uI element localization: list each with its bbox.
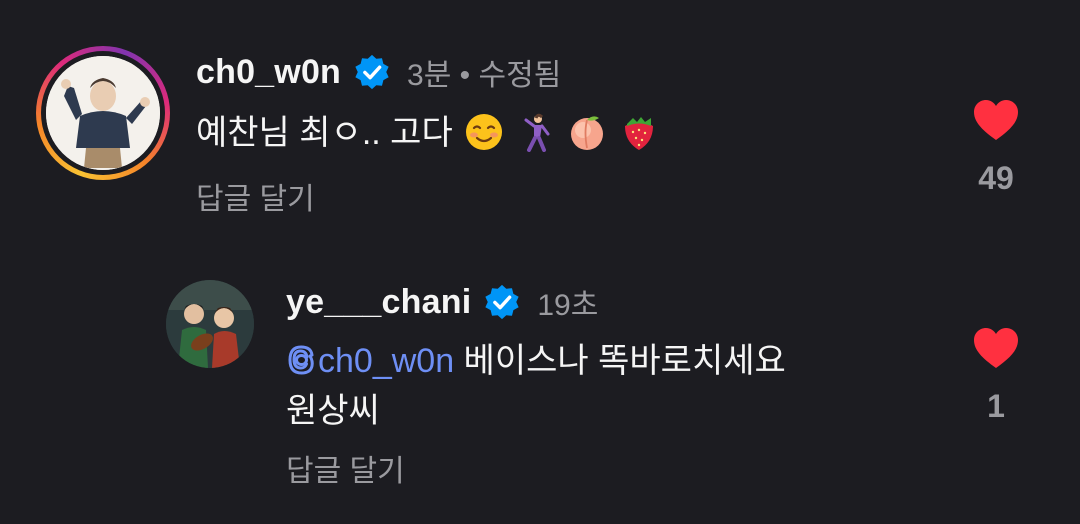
threads-at-icon xyxy=(286,340,316,375)
story-ring-avatar[interactable] xyxy=(36,46,170,180)
username[interactable]: ye___chani xyxy=(286,283,471,322)
comment-body: 베이스나 똑바로치세요 xyxy=(454,342,786,380)
like-count: 1 xyxy=(987,388,1005,424)
username[interactable]: ch0_w0n xyxy=(196,53,341,92)
mention-link[interactable]: ch0_w0n xyxy=(286,342,454,380)
comment-body-line2: 원상씨 xyxy=(286,392,380,430)
like-button[interactable]: 1 xyxy=(972,326,1020,425)
comment-header: ch0_w0n 3분 • 수정됨 xyxy=(196,50,561,94)
reply-button[interactable]: 답글 달기 xyxy=(286,446,405,490)
avatar[interactable] xyxy=(166,280,254,368)
like-count: 49 xyxy=(978,160,1014,196)
peach-icon xyxy=(567,112,607,152)
verified-badge-icon xyxy=(483,283,521,321)
comment-header: ye___chani 19초 xyxy=(286,280,598,324)
comment-thread: ch0_w0n 3분 • 수정됨 예찬님 최ㅇ.. 고다 답글 달기 49 ye… xyxy=(0,0,1080,524)
comment-text: 예찬님 최ㅇ.. 고다 xyxy=(196,108,659,158)
like-button[interactable]: 49 xyxy=(972,98,1020,197)
dancing-person-icon xyxy=(516,112,556,152)
heart-icon[interactable] xyxy=(972,326,1020,370)
reply-button[interactable]: 답글 달기 xyxy=(196,174,315,218)
verified-badge-icon xyxy=(353,53,391,91)
comment-text: ch0_w0n 베이스나 똑바로치세요 원상씨 xyxy=(286,336,786,436)
heart-icon[interactable] xyxy=(972,98,1020,142)
relieved-smile-emoji-icon xyxy=(464,112,504,152)
mention-username[interactable]: ch0_w0n xyxy=(318,342,454,380)
strawberry-icon xyxy=(619,112,659,152)
comment-time: 19초 xyxy=(537,289,599,322)
comment-body: 예찬님 최ㅇ.. 고다 xyxy=(196,114,453,152)
avatar[interactable] xyxy=(46,56,160,170)
comment-meta: 3분 • 수정됨 xyxy=(407,59,562,92)
